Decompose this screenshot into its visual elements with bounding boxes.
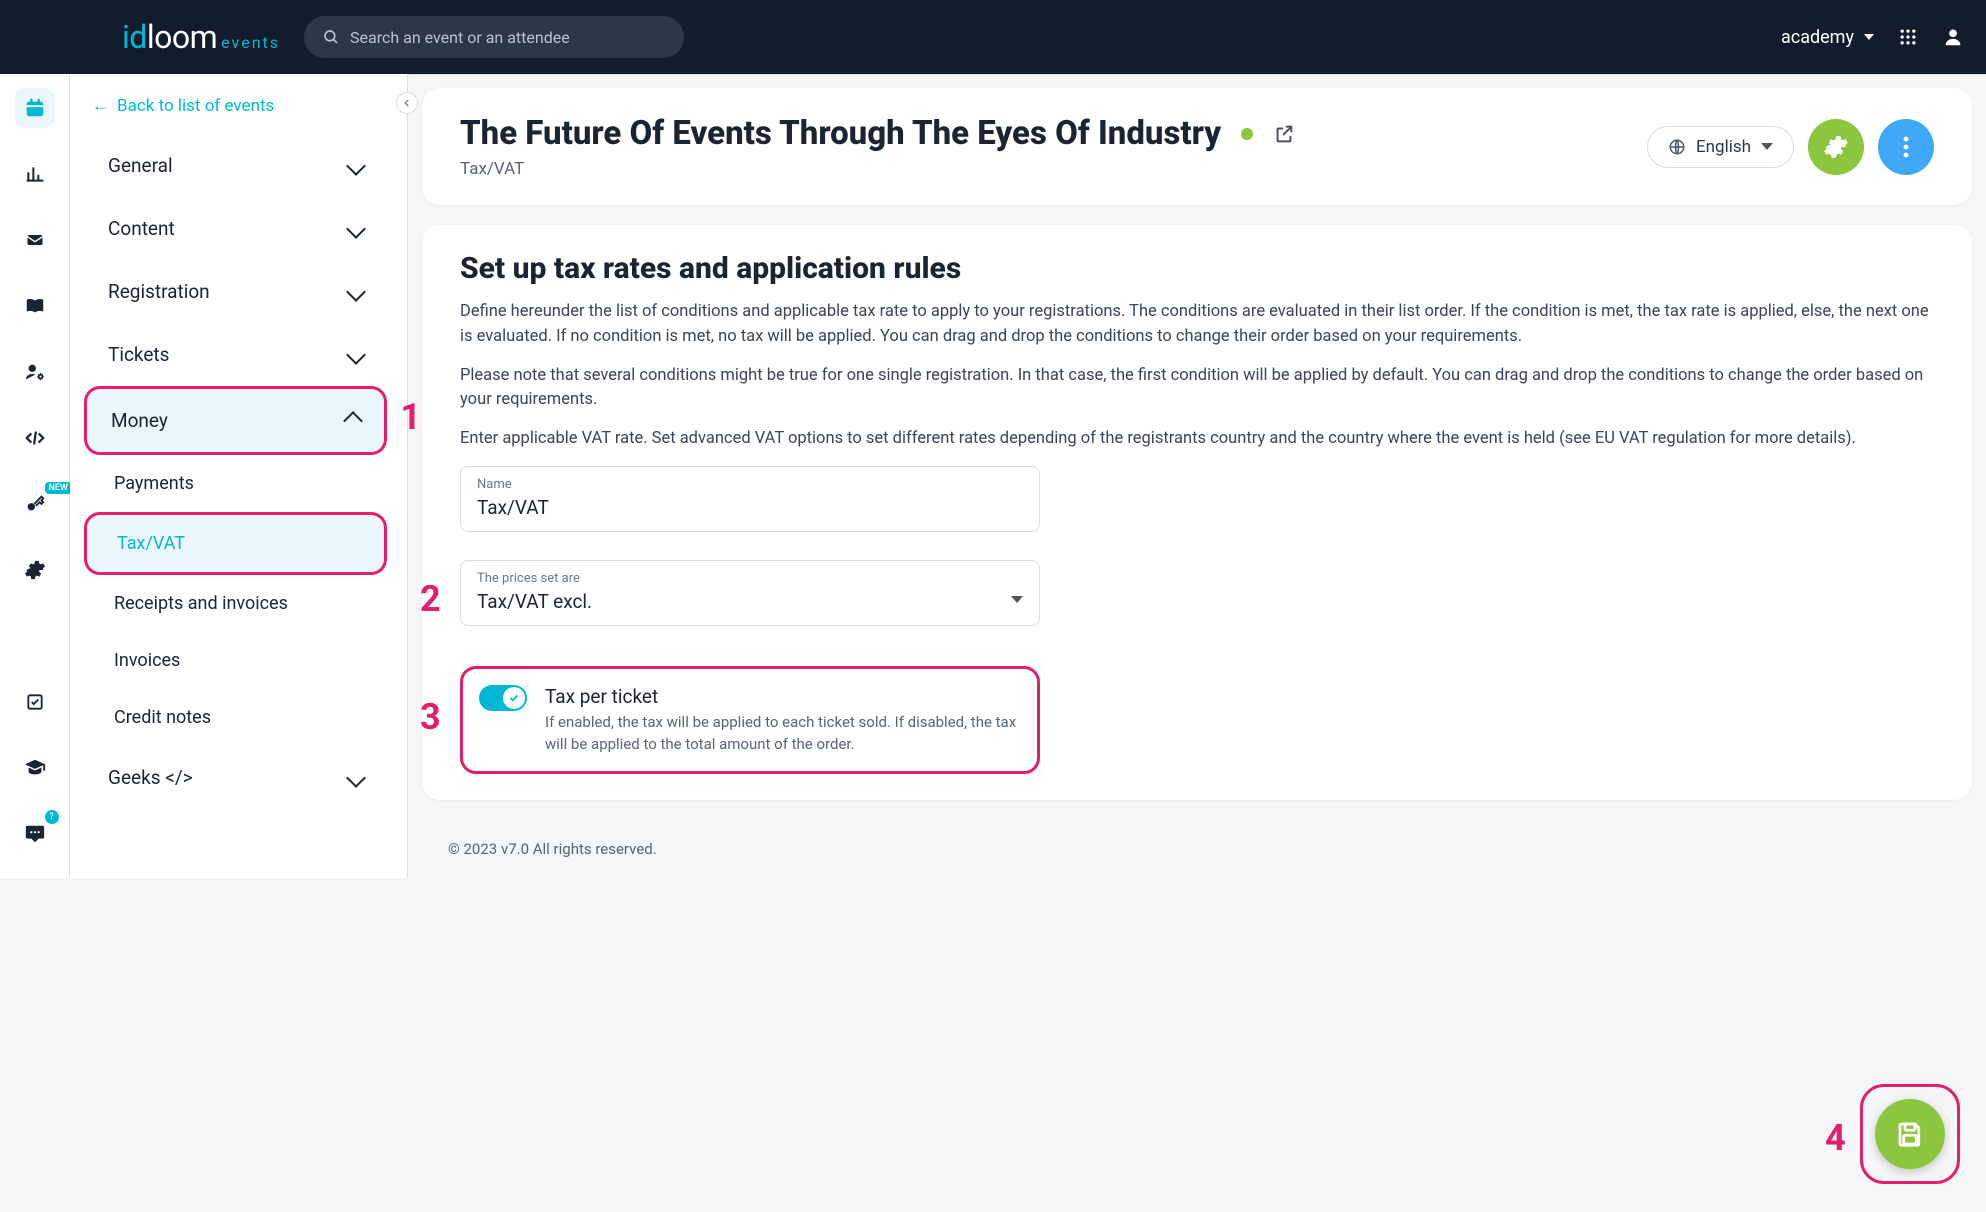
chevron-down-icon (346, 219, 366, 239)
back-link[interactable]: ← Back to list of events (92, 96, 387, 116)
rail-mail-icon[interactable] (15, 220, 55, 260)
logo[interactable]: idloom events (122, 18, 280, 56)
sidebar-item-taxvat[interactable]: Tax/VAT (84, 512, 387, 575)
new-badge: NEW (45, 482, 72, 494)
sidebar-item-label: Tickets (108, 343, 169, 366)
sidebar-item-label: Money (111, 409, 168, 432)
section-para-1: Define hereunder the list of conditions … (460, 300, 1934, 350)
sidebar-item-receipts[interactable]: Receipts and invoices (84, 575, 387, 632)
apps-grid-icon[interactable] (1898, 27, 1918, 47)
sidebar-item-tickets[interactable]: Tickets (84, 323, 387, 386)
chevron-down-icon (346, 282, 366, 302)
sidebar-item-payments[interactable]: Payments (84, 455, 387, 512)
sidebar-item-label: Invoices (114, 650, 180, 671)
arrow-left-icon: ← (92, 96, 109, 116)
toggle-title: Tax per ticket (545, 685, 1021, 708)
chevron-down-icon (346, 156, 366, 176)
sidebar-item-label: General (108, 154, 173, 177)
sidebar-item-money[interactable]: Money (84, 386, 387, 455)
sidebar-item-label: Content (108, 217, 175, 240)
rail-checklist-icon[interactable] (15, 682, 55, 722)
caret-down-icon (1864, 34, 1874, 40)
account-menu[interactable]: academy (1781, 27, 1874, 48)
search-icon (322, 28, 340, 46)
sidebar-item-registration[interactable]: Registration (84, 260, 387, 323)
breadcrumb: Tax/VAT (460, 159, 1295, 179)
name-label: Name (477, 477, 1023, 492)
content-card: Set up tax rates and application rules D… (422, 225, 1972, 800)
globe-icon (1668, 138, 1686, 156)
save-fab-highlight: 4 (1860, 1084, 1960, 1184)
search-placeholder: Search an event or an attendee (350, 28, 570, 47)
annotation-3: 3 (420, 696, 441, 738)
rail-gear-icon[interactable] (15, 550, 55, 590)
sidebar-item-general[interactable]: General (84, 134, 387, 197)
prices-select[interactable]: The prices set are Tax/VAT excl. (460, 560, 1040, 626)
annotation-4: 4 (1825, 1117, 1846, 1159)
save-button[interactable] (1875, 1099, 1945, 1169)
name-value: Tax/VAT (477, 496, 1023, 519)
logo-events: events (221, 33, 280, 52)
sidebar-item-label: Tax/VAT (117, 533, 185, 554)
user-icon[interactable] (1942, 26, 1964, 48)
rail-calendar-icon[interactable] (15, 88, 55, 128)
sidebar-item-label: Credit notes (114, 707, 211, 728)
toggle-knob-check-icon (503, 687, 525, 709)
rail-analytics-icon[interactable] (15, 154, 55, 194)
toggle-desc: If enabled, the tax will be applied to e… (545, 712, 1021, 756)
rail-grad-cap-icon[interactable] (15, 748, 55, 788)
sidebar-item-creditnotes[interactable]: Credit notes (84, 689, 387, 746)
logo-id: id (122, 18, 147, 56)
search-input[interactable]: Search an event or an attendee (304, 16, 684, 58)
logo-loom: loom (147, 18, 217, 56)
prices-label: The prices set are (477, 571, 1023, 586)
back-link-label: Back to list of events (117, 96, 274, 116)
main: The Future Of Events Through The Eyes Of… (408, 74, 1986, 878)
icon-rail: NEW ? (0, 74, 70, 878)
sidebar-item-label: Payments (114, 473, 194, 494)
status-dot-icon (1241, 128, 1253, 140)
name-field[interactable]: Name Tax/VAT (460, 466, 1040, 532)
chevron-down-icon (346, 345, 366, 365)
sidebar-item-label: Geeks </> (108, 766, 193, 789)
footer-text: © 2023 v7.0 All rights reserved. (448, 840, 1972, 858)
sidebar: ← Back to list of events General Content… (70, 74, 408, 878)
event-title: The Future Of Events Through The Eyes Of… (460, 114, 1221, 153)
section-para-3: Enter applicable VAT rate. Set advanced … (460, 427, 1934, 452)
settings-gear-button[interactable] (1808, 119, 1864, 175)
chevron-down-icon (346, 768, 366, 788)
annotation-2: 2 (420, 578, 441, 620)
sidebar-item-label: Registration (108, 280, 210, 303)
prices-value: Tax/VAT excl. (477, 590, 592, 613)
more-menu-button[interactable] (1878, 119, 1934, 175)
rail-key-icon[interactable]: NEW (15, 484, 55, 524)
topbar: idloom events Search an event or an atte… (0, 0, 1986, 74)
page-header-card: The Future Of Events Through The Eyes Of… (422, 88, 1972, 205)
caret-down-icon (1761, 143, 1773, 150)
sidebar-item-geeks[interactable]: Geeks </> (84, 746, 387, 809)
tax-per-ticket-toggle[interactable] (479, 685, 527, 711)
chevron-up-icon (343, 411, 363, 431)
sidebar-item-invoices[interactable]: Invoices (84, 632, 387, 689)
rail-code-icon[interactable] (15, 418, 55, 458)
language-label: English (1696, 137, 1751, 157)
caret-down-icon (1011, 596, 1023, 603)
section-para-2: Please note that several conditions migh… (460, 364, 1934, 414)
account-label: academy (1781, 27, 1854, 48)
rail-book-icon[interactable] (15, 286, 55, 326)
tax-per-ticket-row: Tax per ticket If enabled, the tax will … (460, 666, 1040, 775)
rail-users-cog-icon[interactable] (15, 352, 55, 392)
sidebar-item-content[interactable]: Content (84, 197, 387, 260)
language-button[interactable]: English (1647, 126, 1794, 168)
rail-chat-icon[interactable]: ? (15, 814, 55, 854)
section-heading: Set up tax rates and application rules (460, 251, 1934, 286)
sidebar-item-label: Receipts and invoices (114, 593, 288, 614)
help-badge-icon: ? (45, 810, 59, 824)
